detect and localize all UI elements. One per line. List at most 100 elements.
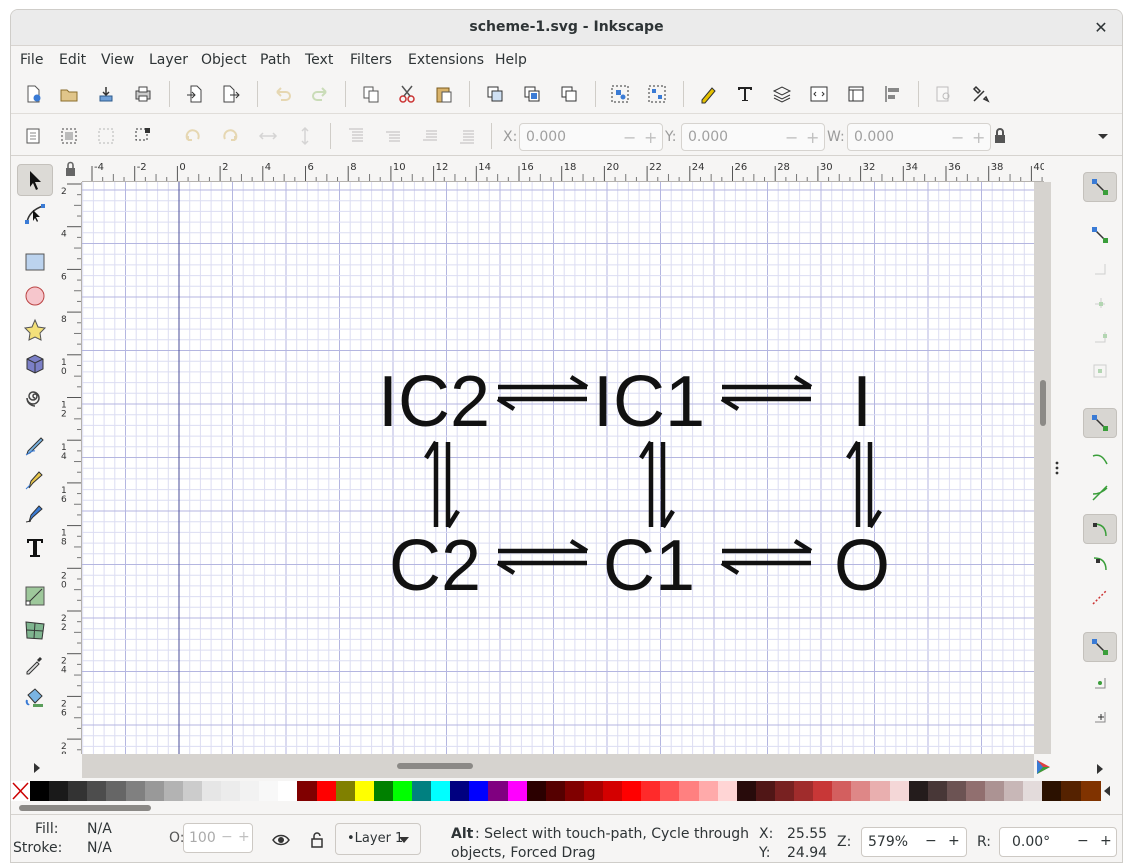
color-swatch[interactable] bbox=[1061, 781, 1082, 801]
zoom-page-icon[interactable] bbox=[932, 82, 956, 106]
color-swatch[interactable] bbox=[125, 781, 146, 801]
snap-bbox-corner-icon[interactable] bbox=[1083, 288, 1117, 318]
cut-icon[interactable] bbox=[395, 82, 419, 106]
color-swatch[interactable] bbox=[985, 781, 1005, 801]
pen-tool-icon[interactable] bbox=[17, 464, 53, 496]
export-icon[interactable] bbox=[219, 82, 243, 106]
color-swatch[interactable] bbox=[450, 781, 471, 801]
gradient-tool-icon[interactable] bbox=[17, 580, 53, 612]
scrollbar-thumb[interactable] bbox=[19, 805, 151, 811]
drawing-canvas[interactable]: IC2 IC1 I C2 C1 O bbox=[82, 182, 1034, 754]
horizontal-scrollbar[interactable] bbox=[82, 754, 1034, 778]
color-swatch[interactable] bbox=[316, 781, 337, 801]
lock-icon[interactable] bbox=[988, 124, 1012, 148]
color-swatch[interactable] bbox=[832, 781, 853, 801]
rotate-ccw-button[interactable]: − bbox=[1077, 833, 1089, 849]
vertical-ruler[interactable]: 246810121416182022242628 bbox=[59, 182, 82, 754]
color-swatch[interactable] bbox=[927, 781, 948, 801]
stroke-value[interactable]: N/A bbox=[87, 840, 112, 856]
color-swatch[interactable] bbox=[603, 781, 623, 801]
no-paint-swatch[interactable] bbox=[11, 781, 30, 801]
clone-icon[interactable] bbox=[520, 82, 544, 106]
color-manage-icon[interactable] bbox=[1031, 755, 1055, 779]
color-swatch[interactable] bbox=[526, 781, 547, 801]
new-document-icon[interactable] bbox=[21, 82, 45, 106]
species-label[interactable]: IC1 bbox=[593, 362, 705, 442]
snap-bbox-edge-icon[interactable] bbox=[1083, 254, 1117, 284]
color-swatch[interactable] bbox=[87, 781, 108, 801]
color-swatch[interactable] bbox=[163, 781, 184, 801]
color-swatch[interactable] bbox=[507, 781, 528, 801]
star-tool-icon[interactable] bbox=[17, 314, 53, 346]
menu-object[interactable]: Object bbox=[201, 52, 247, 68]
duplicate-icon[interactable] bbox=[483, 82, 507, 106]
import-icon[interactable] bbox=[183, 82, 207, 106]
ellipse-tool-icon[interactable] bbox=[17, 280, 53, 312]
menu-filters[interactable]: Filters bbox=[350, 52, 392, 68]
species-label[interactable]: C2 bbox=[389, 526, 481, 606]
color-swatch[interactable] bbox=[412, 781, 432, 801]
color-swatch[interactable] bbox=[431, 781, 452, 801]
color-swatch[interactable] bbox=[182, 781, 203, 801]
color-swatch[interactable] bbox=[488, 781, 509, 801]
zoom-input[interactable]: 579% − + bbox=[861, 827, 967, 857]
color-swatch[interactable] bbox=[278, 781, 299, 801]
color-swatch[interactable] bbox=[679, 781, 700, 801]
rotation-input[interactable]: 0.00° − + bbox=[999, 827, 1117, 857]
text-font-icon[interactable] bbox=[733, 82, 757, 106]
spiral-tool-icon[interactable] bbox=[17, 382, 53, 414]
menu-layer[interactable]: Layer bbox=[149, 52, 188, 68]
snap-smooth-nodes-icon[interactable] bbox=[1083, 548, 1117, 578]
fill-stroke-icon[interactable] bbox=[696, 82, 720, 106]
scrollbar-thumb[interactable] bbox=[1040, 380, 1046, 426]
snap-midpoints-icon[interactable] bbox=[1083, 582, 1117, 612]
open-icon[interactable] bbox=[57, 82, 81, 106]
snap-intersections-icon[interactable] bbox=[1083, 478, 1117, 508]
unlink-clone-icon[interactable] bbox=[557, 82, 581, 106]
y-decrement-button[interactable]: − bbox=[785, 128, 798, 147]
snap-others-icon[interactable] bbox=[1083, 632, 1117, 662]
opacity-decrement-button[interactable]: − bbox=[221, 829, 233, 845]
x-increment-button[interactable]: + bbox=[644, 128, 657, 147]
horizontal-ruler[interactable]: -4 -2 0 2 4 6 8 10 12 14 16 18 20 22 24 26 28 30 32 34 36 38 4… bbox=[82, 158, 1044, 182]
copy-icon[interactable] bbox=[359, 82, 383, 106]
snap-paths-icon[interactable] bbox=[1083, 444, 1117, 474]
menu-file[interactable]: File bbox=[20, 52, 43, 68]
paint-bucket-tool-icon[interactable] bbox=[17, 682, 53, 714]
color-swatch[interactable] bbox=[469, 781, 490, 801]
menu-edit[interactable]: Edit bbox=[59, 52, 86, 68]
color-swatch[interactable] bbox=[774, 781, 795, 801]
raise-icon[interactable] bbox=[381, 124, 405, 148]
color-swatch[interactable] bbox=[30, 781, 50, 801]
group-icon[interactable] bbox=[608, 82, 632, 106]
fill-value[interactable]: N/A bbox=[87, 821, 112, 837]
y-increment-button[interactable]: + bbox=[806, 128, 819, 147]
species-label[interactable]: O bbox=[834, 526, 890, 606]
color-swatch[interactable] bbox=[1023, 781, 1044, 801]
node-tool-icon[interactable] bbox=[17, 198, 53, 230]
opacity-input[interactable]: 100 − + bbox=[183, 823, 253, 853]
lower-icon[interactable] bbox=[418, 124, 442, 148]
undo-icon[interactable] bbox=[271, 82, 295, 106]
color-swatch[interactable] bbox=[240, 781, 261, 801]
select-all-icon[interactable] bbox=[21, 124, 45, 148]
color-swatch[interactable] bbox=[392, 781, 413, 801]
y-input[interactable]: 0.000 − + bbox=[681, 123, 825, 151]
color-swatch[interactable] bbox=[851, 781, 872, 801]
color-swatch[interactable] bbox=[583, 781, 604, 801]
menu-help[interactable]: Help bbox=[495, 52, 527, 68]
select-all-layers-icon[interactable] bbox=[57, 124, 81, 148]
palette-scrollbar[interactable] bbox=[11, 802, 1122, 814]
layer-lock-icon[interactable] bbox=[305, 828, 329, 852]
scrollbar-thumb[interactable] bbox=[397, 763, 473, 769]
palette-menu-icon[interactable] bbox=[1095, 779, 1119, 803]
3d-box-tool-icon[interactable] bbox=[17, 348, 53, 380]
menu-text[interactable]: Text bbox=[305, 52, 333, 68]
pencil-tool-icon[interactable] bbox=[17, 430, 53, 462]
menu-extensions[interactable]: Extensions bbox=[408, 52, 484, 68]
color-swatch[interactable] bbox=[813, 781, 834, 801]
color-swatch[interactable] bbox=[794, 781, 814, 801]
color-swatch[interactable] bbox=[965, 781, 986, 801]
color-swatch[interactable] bbox=[354, 781, 375, 801]
redo-icon[interactable] bbox=[308, 82, 332, 106]
